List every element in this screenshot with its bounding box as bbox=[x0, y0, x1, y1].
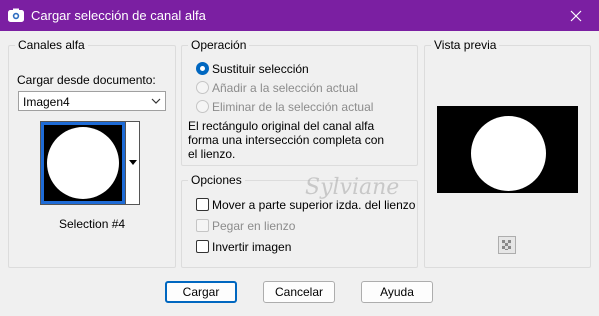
transparency-toggle-button[interactable] bbox=[498, 236, 516, 254]
radio-add-label[interactable]: Añadir a la selección actual bbox=[212, 81, 358, 95]
triangle-down-icon bbox=[129, 160, 137, 165]
chevron-down-icon bbox=[151, 98, 161, 104]
document-select-value: Imagen4 bbox=[23, 95, 70, 109]
document-select[interactable]: Imagen4 bbox=[18, 91, 166, 111]
radio-add-selection[interactable] bbox=[196, 81, 209, 94]
help-button[interactable]: Ayuda bbox=[361, 281, 433, 303]
checkbox-move-top-left-label[interactable]: Mover a parte superior izda. del lienzo bbox=[212, 198, 415, 212]
preview-legend: Vista previa bbox=[431, 38, 500, 52]
thumbnail-image bbox=[44, 125, 122, 201]
dialog-window: Cargar selección de canal alfa Canales a… bbox=[0, 0, 599, 316]
preview-circle bbox=[471, 116, 546, 191]
checkbox-paste-canvas-label[interactable]: Pegar en lienzo bbox=[212, 219, 295, 233]
radio-replace-selection[interactable] bbox=[196, 62, 209, 75]
camera-icon bbox=[8, 8, 24, 22]
alpha-channel-thumbnail[interactable] bbox=[40, 121, 126, 205]
alpha-channels-legend: Canales alfa bbox=[15, 38, 88, 52]
operation-description-line-3: el lienzo. bbox=[188, 147, 236, 161]
operation-description-line-1: El rectángulo original del canal alfa bbox=[188, 119, 375, 133]
operation-description-line-2: forma una intersección completa con bbox=[188, 133, 385, 147]
checkerboard-icon bbox=[502, 240, 511, 250]
preview-image bbox=[437, 106, 578, 193]
checkbox-paste-canvas[interactable] bbox=[196, 219, 209, 232]
radio-subtract-label[interactable]: Eliminar de la selección actual bbox=[212, 100, 373, 114]
checkbox-invert-image[interactable] bbox=[196, 240, 209, 253]
options-legend: Opciones bbox=[188, 173, 245, 187]
checkbox-move-top-left[interactable] bbox=[196, 198, 209, 211]
close-button[interactable] bbox=[553, 0, 599, 31]
title-bar[interactable]: Cargar selección de canal alfa bbox=[0, 0, 599, 31]
window-title: Cargar selección de canal alfa bbox=[31, 8, 206, 23]
source-document-label: Cargar desde documento: bbox=[17, 73, 156, 87]
close-icon bbox=[570, 10, 582, 21]
operation-legend: Operación bbox=[188, 38, 250, 52]
watermark-text: Sylviane bbox=[305, 175, 400, 200]
checkbox-invert-image-label[interactable]: Invertir imagen bbox=[212, 240, 291, 254]
selection-name-label: Selection #4 bbox=[59, 217, 126, 231]
radio-replace-label[interactable]: Sustituir selección bbox=[212, 62, 309, 76]
load-button[interactable]: Cargar bbox=[165, 281, 237, 303]
thumbnail-circle bbox=[47, 127, 119, 199]
radio-subtract-selection[interactable] bbox=[196, 100, 209, 113]
thumbnail-dropdown-button[interactable] bbox=[126, 121, 140, 205]
cancel-button[interactable]: Cancelar bbox=[263, 281, 335, 303]
